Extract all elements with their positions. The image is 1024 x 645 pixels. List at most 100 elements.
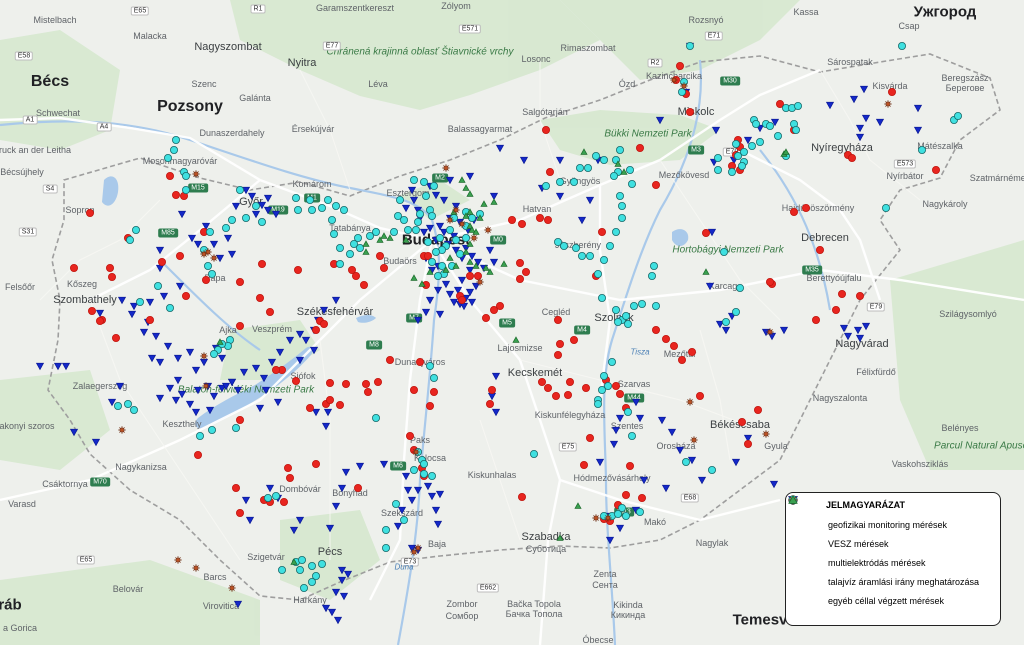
vesz-point[interactable] [155, 264, 165, 273]
geofizikai-point[interactable] [341, 379, 350, 388]
multi-point[interactable] [650, 261, 659, 270]
vesz-point[interactable] [595, 458, 605, 467]
egyeb-point[interactable] [362, 248, 370, 255]
multi-point[interactable] [570, 177, 579, 186]
vesz-point[interactable] [115, 382, 125, 391]
multi-point[interactable] [419, 469, 428, 478]
multi-point[interactable] [307, 205, 316, 214]
multi-point[interactable] [612, 227, 621, 236]
multi-point[interactable] [600, 255, 609, 264]
vesz-point[interactable] [667, 428, 677, 437]
geofizikai-point[interactable] [544, 215, 553, 224]
multi-point[interactable] [203, 261, 212, 270]
geofizikai-point[interactable] [171, 190, 180, 199]
geofizikai-point[interactable] [361, 379, 370, 388]
multi-point[interactable] [748, 141, 757, 150]
geofizikai-point[interactable] [106, 263, 115, 272]
multi-point[interactable] [427, 471, 436, 480]
multi-point[interactable] [954, 112, 963, 121]
vesz-point[interactable] [239, 368, 249, 377]
geofizikai-point[interactable] [816, 245, 825, 254]
vesz-point[interactable] [407, 186, 417, 195]
vesz-point[interactable] [585, 196, 595, 205]
talajviz-point[interactable] [118, 426, 126, 434]
vesz-point[interactable] [285, 336, 295, 345]
vesz-point[interactable] [407, 496, 417, 505]
vesz-point[interactable] [635, 414, 645, 423]
multi-point[interactable] [227, 215, 236, 224]
multi-point[interactable] [409, 175, 418, 184]
multi-point[interactable] [720, 247, 729, 256]
talajviz-point[interactable] [762, 430, 770, 438]
vesz-point[interactable] [519, 156, 529, 165]
multi-point[interactable] [622, 311, 631, 320]
multi-point[interactable] [221, 223, 230, 232]
multi-point[interactable] [171, 135, 180, 144]
multi-point[interactable] [445, 225, 454, 234]
vesz-point[interactable] [193, 386, 203, 395]
vesz-point[interactable] [343, 570, 353, 579]
multi-point[interactable] [295, 566, 304, 575]
geofizikai-point[interactable] [652, 325, 661, 334]
geofizikai-point[interactable] [678, 355, 687, 364]
vesz-point[interactable] [409, 196, 419, 205]
vesz-point[interactable] [639, 476, 649, 485]
geofizikai-point[interactable] [283, 463, 292, 472]
egyeb-point[interactable] [462, 184, 470, 191]
vesz-point[interactable] [267, 358, 277, 367]
geofizikai-point[interactable] [201, 275, 210, 284]
geofizikai-point[interactable] [507, 215, 516, 224]
multi-point[interactable] [381, 526, 390, 535]
multi-point[interactable] [682, 457, 691, 466]
geofizikai-point[interactable] [351, 271, 360, 280]
vesz-point[interactable] [433, 286, 443, 295]
vesz-point[interactable] [187, 234, 197, 243]
talajviz-point[interactable] [484, 226, 492, 234]
multi-point[interactable] [630, 301, 639, 310]
egyeb-point[interactable] [380, 232, 388, 239]
multi-point[interactable] [427, 257, 436, 266]
vesz-point[interactable] [779, 326, 789, 335]
vesz-point[interactable] [175, 282, 185, 291]
vesz-point[interactable] [337, 566, 347, 575]
multi-point[interactable] [329, 229, 338, 238]
vesz-point[interactable] [231, 202, 241, 211]
vesz-point[interactable] [913, 104, 923, 113]
geofizikai-point[interactable] [473, 271, 482, 280]
vesz-point[interactable] [61, 362, 71, 371]
multi-point[interactable] [371, 413, 380, 422]
geofizikai-point[interactable] [696, 391, 705, 400]
geofizikai-point[interactable] [616, 389, 625, 398]
vesz-point[interactable] [117, 296, 127, 305]
multi-point[interactable] [898, 42, 907, 51]
multi-point[interactable] [686, 42, 695, 51]
egyeb-point[interactable] [446, 254, 454, 261]
geofizikai-point[interactable] [257, 259, 266, 268]
vesz-point[interactable] [445, 176, 455, 185]
geofizikai-point[interactable] [319, 319, 328, 328]
multi-point[interactable] [728, 167, 737, 176]
multi-point[interactable] [419, 459, 428, 468]
geofizikai-point[interactable] [175, 251, 184, 260]
multi-point[interactable] [461, 233, 470, 242]
multi-point[interactable] [435, 233, 444, 242]
geofizikai-point[interactable] [70, 263, 79, 272]
geofizikai-point[interactable] [265, 307, 274, 316]
vesz-point[interactable] [855, 334, 865, 343]
talajviz-point[interactable] [412, 448, 420, 456]
vesz-point[interactable] [413, 316, 423, 325]
talajviz-point[interactable] [192, 564, 200, 572]
vesz-point[interactable] [321, 604, 331, 613]
vesz-point[interactable] [319, 306, 329, 315]
geofizikai-point[interactable] [481, 313, 490, 322]
multi-point[interactable] [195, 431, 204, 440]
vesz-point[interactable] [185, 400, 195, 409]
geofizikai-point[interactable] [457, 295, 466, 304]
vesz-point[interactable] [191, 366, 201, 375]
vesz-point[interactable] [331, 296, 341, 305]
multi-point[interactable] [345, 249, 354, 258]
vesz-point[interactable] [875, 118, 885, 127]
multi-point[interactable] [335, 243, 344, 252]
vesz-point[interactable] [657, 416, 667, 425]
vesz-point[interactable] [159, 292, 169, 301]
